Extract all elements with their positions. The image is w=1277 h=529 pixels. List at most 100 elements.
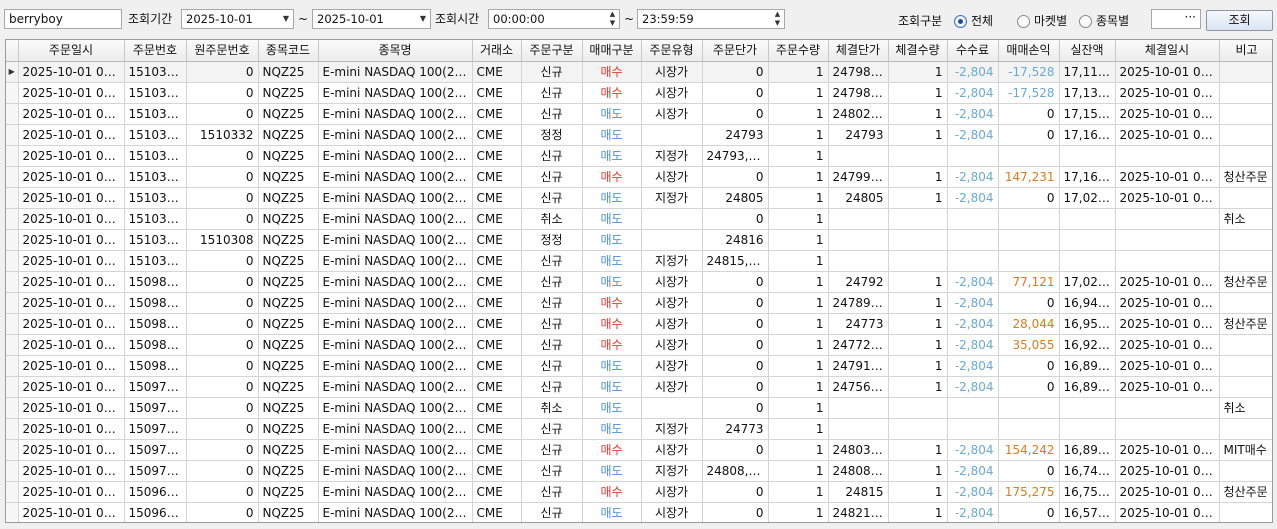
column-header[interactable]: 수수료 bbox=[947, 40, 999, 62]
spin-arrows-icon[interactable]: ▲ ▼ bbox=[606, 10, 619, 28]
radio-item[interactable]: 종목별 bbox=[1079, 12, 1129, 30]
table-row[interactable]: 2025-10-01 00:… 1509836 0 NQZ25 E-mini NASDA… bbox=[6, 292, 1272, 314]
table-cell: 1 bbox=[888, 82, 948, 104]
table-cell: 1 bbox=[768, 376, 829, 398]
table-cell: 정정 bbox=[521, 124, 583, 146]
radio-all[interactable]: 전체 bbox=[954, 12, 993, 30]
table-row[interactable]: 2025-10-01 00:… 1509803 0 NQZ25 E-mini NASDA… bbox=[6, 355, 1272, 377]
table-cell: 2025-10-01 09:… bbox=[18, 229, 125, 251]
date-to-combo[interactable]: 2025-10-01 ▼ bbox=[312, 9, 431, 29]
table-cell: 0 bbox=[702, 61, 769, 83]
column-header[interactable]: 주문수량 bbox=[768, 40, 829, 62]
table-cell: 1510308 bbox=[186, 229, 259, 251]
tilde-separator: ~ bbox=[298, 12, 309, 26]
radio-market-label: 마켓별 bbox=[1034, 14, 1068, 28]
table-cell bbox=[998, 418, 1060, 440]
table-row[interactable]: 2025-10-01 00:… 1509716 0 NQZ25 E-mini NASDA… bbox=[6, 439, 1272, 461]
table-cell: 2025-10-01 00:… bbox=[1115, 460, 1220, 482]
table-row[interactable]: 2025-10-01 09:… 1510361 0 NQZ25 E-mini NASDA… bbox=[6, 82, 1272, 104]
table-cell: 1 bbox=[768, 313, 829, 335]
table-cell: 매수 bbox=[582, 166, 642, 188]
column-header[interactable]: 주문일시 bbox=[18, 40, 125, 62]
table-cell: NQZ25 bbox=[258, 397, 319, 419]
table-cell: 16,750,… bbox=[1059, 481, 1116, 503]
table-row[interactable]: 2025-10-01 09:… 1510308 0 NQZ25 E-mini NASDA… bbox=[6, 250, 1272, 272]
table-row[interactable]: ▶ 2025-10-01 09:… 1510362 0 NQZ25 E-mini NASD… bbox=[6, 61, 1272, 83]
table-cell: 2025-10-01 00:… bbox=[18, 334, 125, 356]
table-cell bbox=[1219, 376, 1272, 398]
table-cell: E-mini NASDAQ 100(20… bbox=[318, 187, 473, 209]
table-cell: 매도 bbox=[582, 229, 642, 251]
order-grid[interactable]: 주문일시 주문번호 원주문번호 종목코드 종목명 거래소 주문구분 매매구분 주문유형 주문단가 주… bbox=[5, 39, 1273, 523]
table-cell: 1 bbox=[768, 145, 829, 167]
table-cell: 24808,75 bbox=[702, 460, 769, 482]
column-header[interactable]: 매매구분 bbox=[582, 40, 642, 62]
table-cell: 0 bbox=[998, 187, 1060, 209]
table-cell: 시장가 bbox=[641, 82, 703, 104]
table-row[interactable]: 2025-10-01 00:… 1509820 0 NQZ25 E-mini NASDA… bbox=[6, 313, 1272, 335]
table-row[interactable]: 2025-10-01 09:… 1510313 0 NQZ25 E-mini NASDA… bbox=[6, 187, 1272, 209]
table-row[interactable]: 2025-10-01 00:… 1509747 0 NQZ25 E-mini NASDA… bbox=[6, 397, 1272, 419]
table-cell: CME bbox=[472, 418, 522, 440]
table-cell: 17,159,… bbox=[1059, 103, 1116, 125]
row-indicator bbox=[6, 229, 19, 251]
table-row[interactable]: 2025-10-01 09:… 1510333 1510332 NQZ25 E-mini… bbox=[6, 124, 1272, 146]
column-header[interactable]: 주문번호 bbox=[124, 40, 187, 62]
table-row[interactable]: 2025-10-01 09:… 1510309 0 NQZ25 E-mini NASDA… bbox=[6, 208, 1272, 230]
column-header[interactable]: 체결수량 bbox=[888, 40, 948, 62]
table-cell bbox=[1059, 418, 1116, 440]
user-id-field[interactable]: berryboy bbox=[4, 9, 122, 29]
table-row[interactable]: 2025-10-01 09:… 1510317 0 NQZ25 E-mini NASDA… bbox=[6, 166, 1272, 188]
table-cell: NQZ25 bbox=[258, 439, 319, 461]
table-row[interactable]: 2025-10-01 09:… 1510309 1510308 NQZ25 E-mini… bbox=[6, 229, 1272, 251]
search-button[interactable]: 조회 bbox=[1206, 10, 1273, 31]
table-row[interactable]: 2025-10-01 00:… 1509694 0 NQZ25 E-mini NASDA… bbox=[6, 481, 1272, 503]
table-row[interactable]: 2025-10-01 00:… 1509749 0 NQZ25 E-mini NASDA… bbox=[6, 376, 1272, 398]
table-row[interactable]: 2025-10-01 09:… 1510332 0 NQZ25 E-mini NASDA… bbox=[6, 145, 1272, 167]
column-header[interactable]: 종목코드 bbox=[258, 40, 319, 62]
table-cell: E-mini NASDAQ 100(20… bbox=[318, 334, 473, 356]
table-cell: -17,528 bbox=[998, 82, 1060, 104]
time-to-spinner[interactable]: 23:59:59 ▲ ▼ bbox=[637, 9, 785, 29]
table-row[interactable]: 2025-10-01 00:… 1509808 0 NQZ25 E-mini NASDA… bbox=[6, 334, 1272, 356]
date-from-combo[interactable]: 2025-10-01 ▼ bbox=[181, 9, 294, 29]
table-cell: 24798,25 bbox=[828, 82, 889, 104]
table-row[interactable]: 2025-10-01 09:… 1510349 0 NQZ25 E-mini NASDA… bbox=[6, 103, 1272, 125]
column-header[interactable]: 비고 bbox=[1219, 40, 1272, 62]
column-header[interactable]: 체결단가 bbox=[828, 40, 889, 62]
spin-arrows-icon[interactable]: ▲ ▼ bbox=[771, 10, 784, 28]
time-to-value: 23:59:59 bbox=[642, 12, 694, 26]
more-options-button[interactable]: ··· bbox=[1151, 9, 1201, 29]
table-cell: NQZ25 bbox=[258, 313, 319, 335]
table-row[interactable]: 2025-10-01 00:… 1509712 0 NQZ25 E-mini NASDA… bbox=[6, 460, 1272, 482]
column-header[interactable]: 주문구분 bbox=[521, 40, 583, 62]
column-header[interactable]: 주문단가 bbox=[702, 40, 769, 62]
column-header[interactable]: 주문유형 bbox=[641, 40, 703, 62]
table-row[interactable]: 2025-10-01 00:… 1509692 0 NQZ25 E-mini NASDA… bbox=[6, 502, 1272, 522]
time-from-spinner[interactable]: 00:00:00 ▲ ▼ bbox=[488, 9, 620, 29]
table-cell: NQZ25 bbox=[258, 271, 319, 293]
table-row[interactable]: 2025-10-01 00:… 1509838 0 NQZ25 E-mini NASDA… bbox=[6, 271, 1272, 293]
table-cell: NQZ25 bbox=[258, 355, 319, 377]
table-cell: 1509838 bbox=[124, 271, 187, 293]
table-cell: 24792 bbox=[828, 271, 889, 293]
table-cell: 시장가 bbox=[641, 292, 703, 314]
table-cell: 154,242 bbox=[998, 439, 1060, 461]
table-row[interactable]: 2025-10-01 00:… 1509747 0 NQZ25 E-mini NASDA… bbox=[6, 418, 1272, 440]
column-header[interactable]: 체결일시 bbox=[1115, 40, 1220, 62]
table-cell: 취소 bbox=[1219, 397, 1272, 419]
row-indicator bbox=[6, 187, 19, 209]
column-header[interactable]: 거래소 bbox=[472, 40, 522, 62]
radio-market[interactable]: 마켓별 bbox=[1017, 12, 1067, 30]
table-cell: NQZ25 bbox=[258, 418, 319, 440]
table-cell: 1 bbox=[768, 397, 829, 419]
column-header[interactable]: 원주문번호 bbox=[186, 40, 259, 62]
column-header[interactable]: 매매손익 bbox=[998, 40, 1060, 62]
dropdown-arrow-icon[interactable]: ▼ bbox=[416, 10, 430, 28]
table-cell: 시장가 bbox=[641, 355, 703, 377]
table-cell: NQZ25 bbox=[258, 376, 319, 398]
dropdown-arrow-icon[interactable]: ▼ bbox=[279, 10, 293, 28]
column-header[interactable]: 종목명 bbox=[318, 40, 473, 62]
column-header[interactable]: 실잔액 bbox=[1059, 40, 1116, 62]
table-cell: 매도 bbox=[582, 250, 642, 272]
